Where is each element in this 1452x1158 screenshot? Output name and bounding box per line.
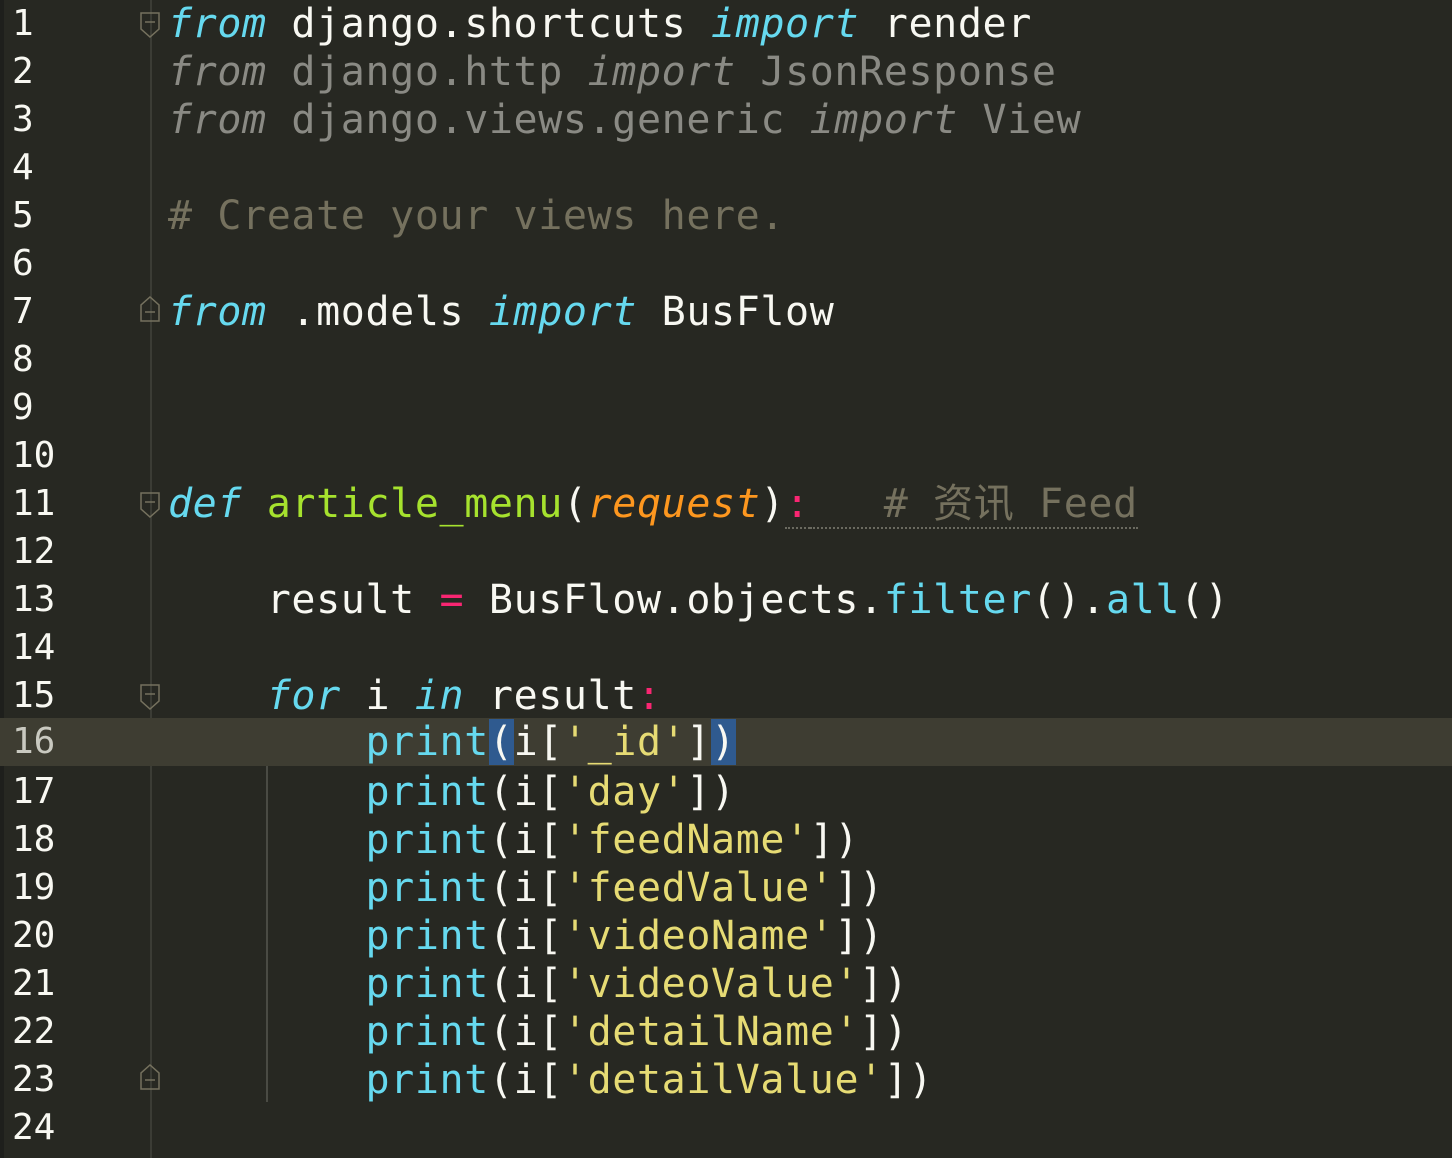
line-number: 18 <box>12 819 56 860</box>
code-line-11[interactable]: 11 def article_menu(request): # 资讯 Feed <box>0 480 1452 529</box>
code-text: def article_menu(request): # 资讯 Feed <box>168 481 1138 529</box>
code-line-6[interactable]: 6 <box>0 240 1452 288</box>
code-text: print(i['day']) <box>365 769 736 815</box>
fold-end-icon[interactable] <box>140 296 160 322</box>
fold-end-icon[interactable] <box>140 1064 160 1090</box>
line-number: 3 <box>12 99 34 140</box>
line-number: 19 <box>12 867 56 908</box>
code-line-20[interactable]: 20 print(i['videoName']) <box>0 912 1452 960</box>
line-number: 22 <box>12 1011 56 1052</box>
code-text: print(i['detailName']) <box>365 1009 909 1055</box>
code-line-14[interactable]: 14 <box>0 624 1452 672</box>
code-line-22[interactable]: 22 print(i['detailName']) <box>0 1008 1452 1056</box>
code-line-4[interactable]: 4 <box>0 144 1452 192</box>
code-text: from django.http import JsonResponse <box>168 49 1057 95</box>
bracket-match-close: ) <box>711 719 736 765</box>
code-text: print(i['feedName']) <box>365 817 860 863</box>
code-line-23[interactable]: 23 print(i['detailValue']) <box>0 1056 1452 1104</box>
code-line-18[interactable]: 18 print(i['feedName']) <box>0 816 1452 864</box>
code-text: print(i['feedValue']) <box>365 865 884 911</box>
line-number: 6 <box>12 243 34 284</box>
fold-collapse-icon[interactable] <box>140 684 160 710</box>
code-line-16-current[interactable]: 16 print(i['_id']) <box>0 718 1452 766</box>
code-line-5[interactable]: 5 # Create your views here. <box>0 192 1452 240</box>
code-line-13[interactable]: 13 result = BusFlow.objects.filter().all… <box>0 576 1452 624</box>
code-editor[interactable]: 1 from django.shortcuts import render 2 … <box>0 0 1452 1158</box>
code-text: result = BusFlow.objects.filter().all() <box>168 577 1230 623</box>
code-text: print(i['videoValue']) <box>365 961 909 1007</box>
line-number: 17 <box>12 771 56 812</box>
line-number: 11 <box>12 483 56 524</box>
code-line-1[interactable]: 1 from django.shortcuts import render <box>0 0 1452 48</box>
line-number: 21 <box>12 963 56 1004</box>
fold-collapse-icon[interactable] <box>140 12 160 38</box>
code-text: from django.shortcuts import render <box>168 1 1032 47</box>
line-number: 1 <box>12 3 34 44</box>
code-line-15[interactable]: 15 for i in result: <box>0 672 1452 720</box>
line-number: 23 <box>12 1059 56 1100</box>
code-line-10[interactable]: 10 <box>0 432 1452 480</box>
line-number: 13 <box>12 579 56 620</box>
line-number: 24 <box>12 1107 56 1148</box>
code-line-12[interactable]: 12 <box>0 528 1452 576</box>
line-number: 8 <box>12 339 34 380</box>
code-text: for i in result: <box>266 673 662 719</box>
code-line-24[interactable]: 24 <box>0 1104 1452 1152</box>
line-number: 9 <box>12 387 34 428</box>
code-text: print(i['_id']) <box>365 719 736 765</box>
code-line-17[interactable]: 17 print(i['day']) <box>0 768 1452 816</box>
line-number: 20 <box>12 915 56 956</box>
line-number: 4 <box>12 147 34 188</box>
line-number: 16 <box>12 721 56 762</box>
code-text: from .models import BusFlow <box>168 289 835 335</box>
line-number: 2 <box>12 51 34 92</box>
code-line-19[interactable]: 19 print(i['feedValue']) <box>0 864 1452 912</box>
fold-collapse-icon[interactable] <box>140 492 160 518</box>
line-number: 15 <box>12 675 56 716</box>
code-line-8[interactable]: 8 <box>0 336 1452 384</box>
code-line-21[interactable]: 21 print(i['videoValue']) <box>0 960 1452 1008</box>
line-number: 10 <box>12 435 56 476</box>
code-line-7[interactable]: 7 from .models import BusFlow <box>0 288 1452 336</box>
code-text: print(i['videoName']) <box>365 913 884 959</box>
code-line-2[interactable]: 2 from django.http import JsonResponse <box>0 48 1452 96</box>
code-line-9[interactable]: 9 <box>0 384 1452 432</box>
bracket-match-open: ( <box>488 719 514 765</box>
line-number: 7 <box>12 291 34 332</box>
code-text: print(i['detailValue']) <box>365 1057 934 1103</box>
line-number: 12 <box>12 531 56 572</box>
line-number: 5 <box>12 195 34 236</box>
code-line-3[interactable]: 3 from django.views.generic import View <box>0 96 1452 144</box>
line-number: 14 <box>12 627 56 668</box>
code-comment: # Create your views here. <box>168 193 786 239</box>
code-text: from django.views.generic import View <box>168 97 1082 143</box>
